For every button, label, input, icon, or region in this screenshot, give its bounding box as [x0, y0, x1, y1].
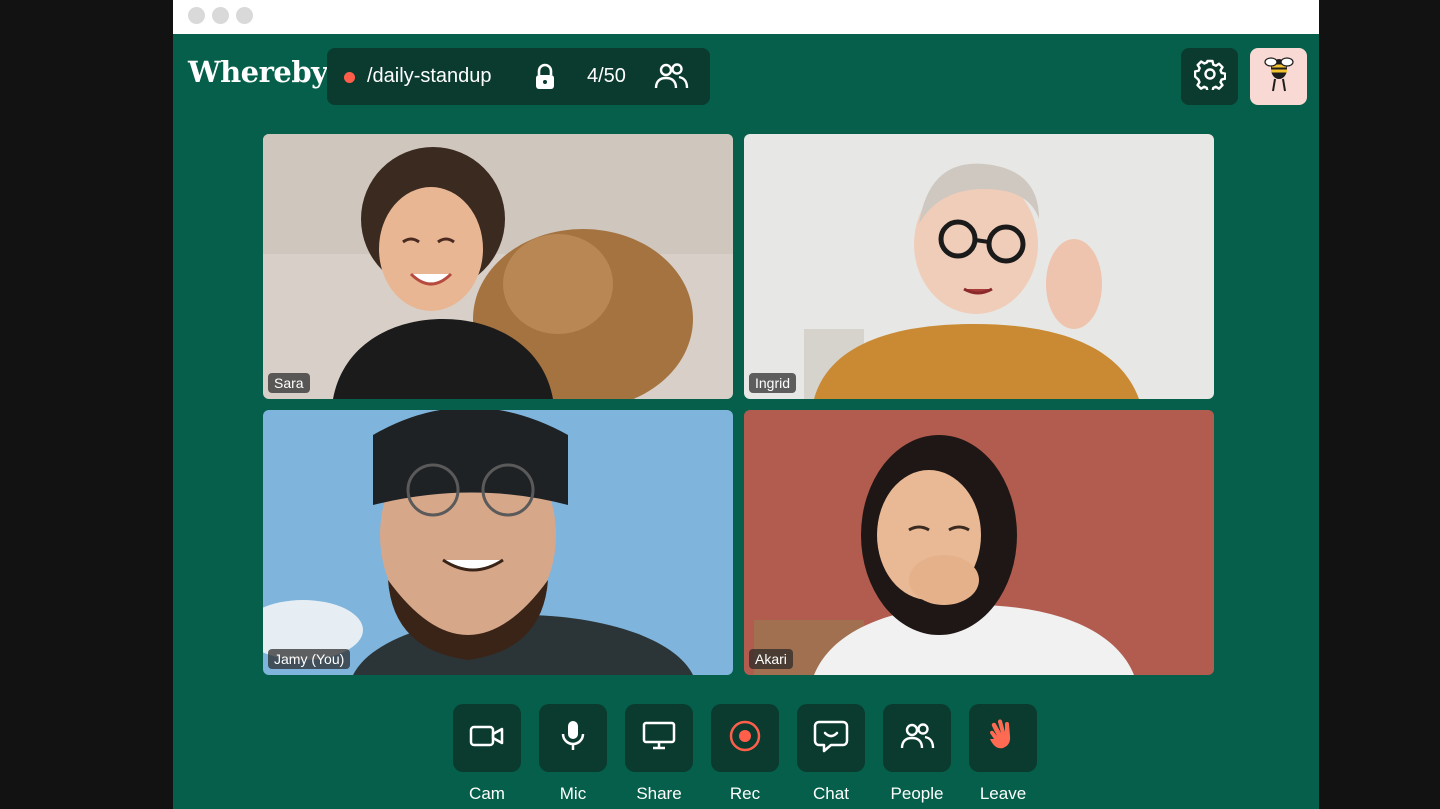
cam-label: Cam — [469, 784, 505, 803]
bee-avatar-icon — [1262, 54, 1296, 99]
record-icon — [728, 719, 762, 758]
room-name: /daily-standup — [367, 65, 492, 87]
video-tile-sara[interactable]: Sara — [263, 134, 733, 399]
participant-name-tag: Akari — [749, 649, 793, 669]
chat-button[interactable] — [797, 704, 865, 772]
window-minimize-dot[interactable] — [212, 7, 229, 24]
share-label: Share — [636, 784, 682, 803]
people-button[interactable] — [883, 704, 951, 772]
video-feed — [744, 410, 1214, 675]
camera-icon — [469, 724, 505, 753]
people-label: People — [890, 784, 944, 803]
mic-button[interactable] — [539, 704, 607, 772]
video-feed — [263, 134, 733, 399]
monitor-icon — [642, 721, 676, 756]
user-avatar-button[interactable] — [1250, 48, 1307, 105]
participant-name-tag: Jamy (You) — [268, 649, 351, 669]
whereby-logo[interactable]: Whereby — [188, 55, 328, 89]
rec-button[interactable] — [711, 704, 779, 772]
browser-titlebar — [173, 0, 1319, 34]
participant-name-tag: Sara — [268, 373, 310, 393]
gear-icon — [1193, 58, 1226, 95]
microphone-icon — [559, 719, 587, 758]
settings-button[interactable] — [1181, 48, 1238, 105]
share-button[interactable] — [625, 704, 693, 772]
video-feed — [263, 410, 733, 675]
people-icon — [899, 721, 935, 756]
participant-count: 4/50 — [587, 65, 626, 87]
app-window: Whereby /daily-standup 4/50 Sara Ingrid … — [173, 0, 1319, 809]
chat-label: Chat — [813, 784, 849, 803]
lock-icon[interactable] — [532, 63, 558, 96]
rec-label: Rec — [729, 784, 761, 803]
mic-label: Mic — [559, 784, 587, 803]
video-tile-jamy[interactable]: Jamy (You) — [263, 410, 733, 675]
wave-hand-icon — [986, 718, 1020, 758]
video-tile-akari[interactable]: Akari — [744, 410, 1214, 675]
window-close-dot[interactable] — [188, 7, 205, 24]
live-indicator — [344, 72, 355, 83]
cam-button[interactable] — [453, 704, 521, 772]
leave-label: Leave — [979, 784, 1027, 803]
video-tile-ingrid[interactable]: Ingrid — [744, 134, 1214, 399]
chat-icon — [813, 719, 849, 758]
leave-button[interactable] — [969, 704, 1037, 772]
participant-name-tag: Ingrid — [749, 373, 797, 393]
video-feed — [744, 134, 1214, 399]
people-icon[interactable] — [653, 61, 689, 96]
room-info-bar: /daily-standup 4/50 — [327, 48, 710, 105]
window-maximize-dot[interactable] — [236, 7, 253, 24]
